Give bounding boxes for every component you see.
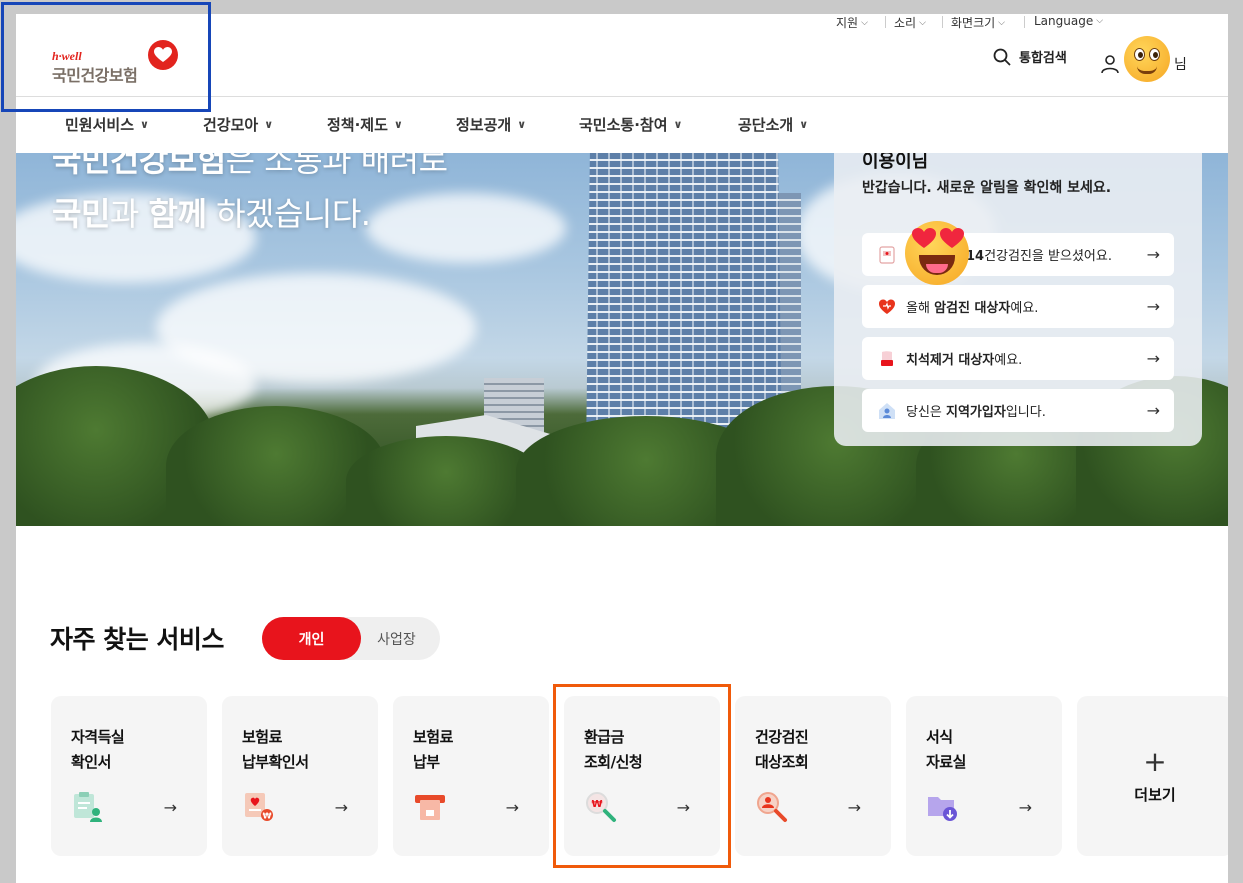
service-card-payment-certificate[interactable]: 보험료 납부확인서 ₩ → (222, 696, 378, 856)
card-payment-icon (415, 795, 445, 820)
checkup-icon (879, 245, 895, 264)
toggle-business[interactable]: 사업장 (361, 617, 440, 660)
arrow-right-icon: → (163, 798, 177, 817)
divider (1024, 16, 1025, 28)
search-label: 통합검색 (1019, 51, 1067, 66)
svg-text:₩: ₩ (263, 812, 272, 821)
search-icon (993, 48, 1011, 66)
arrow-right-icon: → (505, 798, 519, 817)
notice-scaling[interactable]: 치석제거 대상자예요. → (862, 337, 1174, 380)
user-suffix: 님 (1174, 57, 1187, 73)
heart-icon (879, 299, 895, 314)
chevron-down-icon: ⌵ (998, 17, 1005, 28)
user-icon (1101, 55, 1119, 74)
section-title: 자주 찾는 서비스 (50, 625, 224, 654)
divider (885, 16, 886, 28)
arrow-right-icon: → (1146, 401, 1160, 420)
service-card-eligibility-certificate[interactable]: 자격득실 확인서 → (51, 696, 207, 856)
arrow-right-icon: → (334, 798, 348, 817)
chevron-down-icon: ⌵ (861, 17, 868, 28)
certificate-icon (74, 792, 102, 822)
toggle-personal[interactable]: 개인 (262, 617, 361, 660)
arrow-right-icon: → (1018, 798, 1032, 817)
notification-panel: 이용이님 반갑습니다. 새로운 알림을 확인해 보세요. 14건강검진을 받으셨… (834, 153, 1202, 446)
chevron-down-icon: ∨ (393, 118, 403, 131)
more-services-button[interactable]: + 더보기 (1077, 696, 1228, 856)
person-icon (879, 402, 895, 419)
plus-icon: + (1143, 744, 1167, 778)
nav-health-moa[interactable]: 건강모아 ∨ (203, 114, 273, 135)
utility-sound[interactable]: 소리 ⌵ (894, 14, 926, 31)
chevron-down-icon: ⌵ (919, 17, 926, 28)
service-card-forms[interactable]: 서식 자료실 → (906, 696, 1062, 856)
smiling-face-emoji-icon (1124, 36, 1170, 82)
utility-support[interactable]: 지원 ⌵ (836, 14, 868, 31)
arrow-right-icon: → (1146, 245, 1160, 264)
chevron-down-icon: ⌵ (1096, 16, 1104, 26)
arrow-right-icon: → (847, 798, 861, 817)
chevron-down-icon: ∨ (799, 118, 809, 131)
chevron-down-icon: ∨ (140, 118, 149, 131)
arrow-right-icon: → (1146, 297, 1160, 316)
nav-civil-service[interactable]: 민원서비스 ∨ (65, 114, 149, 135)
notice-cancer-screening[interactable]: 올해 암검진 대상자예요. → (862, 285, 1174, 328)
hero-headline-line2: 국민과 함께 하겠습니다. (52, 195, 371, 233)
nav-about[interactable]: 공단소개 ∨ (738, 114, 808, 135)
utility-language[interactable]: Language ⌵ (1034, 14, 1103, 28)
chevron-down-icon: ∨ (517, 118, 527, 131)
notice-regional-subscriber[interactable]: 당신은 지역가입자입니다. → (862, 389, 1174, 432)
arrow-right-icon: → (1146, 349, 1160, 368)
heart-eyes-emoji-icon (905, 221, 969, 285)
integrated-search-button[interactable]: 통합검색 (993, 47, 1067, 66)
user-name: 이용이님 (862, 153, 929, 172)
nav-communication[interactable]: 국민소통·참여 ∨ (579, 114, 682, 135)
hero-banner: 국민건강보험은 소통과 배려로 국민과 함께 하겠습니다. 이용이님 반갑습니다… (16, 153, 1228, 526)
nav-policy[interactable]: 정책·제도 ∨ (327, 114, 403, 135)
divider (942, 16, 943, 28)
hero-headline-line1: 국민건강보험은 소통과 배려로 (52, 153, 448, 179)
refund-highlight-box (553, 684, 731, 868)
payment-receipt-icon: ₩ (245, 793, 273, 821)
service-card-premium-payment[interactable]: 보험료 납부 → (393, 696, 549, 856)
greeting-text: 반갑습니다. 새로운 알림을 확인해 보세요. (862, 180, 1112, 196)
service-card-checkup-lookup[interactable]: 건강검진 대상조회 → (735, 696, 891, 856)
checkup-search-icon (757, 792, 787, 822)
chevron-down-icon: ∨ (264, 118, 274, 131)
download-folder-icon (928, 797, 957, 821)
tooth-icon (881, 350, 893, 366)
utility-screen-size[interactable]: 화면크기 ⌵ (951, 14, 1005, 31)
service-type-toggle: 개인 사업장 (262, 617, 440, 660)
logo-highlight-box (1, 2, 211, 112)
more-label: 더보기 (1134, 785, 1176, 804)
user-menu[interactable]: 님 (1100, 36, 1187, 82)
chevron-down-icon: ∨ (673, 118, 683, 131)
nav-information[interactable]: 정보공개 ∨ (456, 114, 526, 135)
